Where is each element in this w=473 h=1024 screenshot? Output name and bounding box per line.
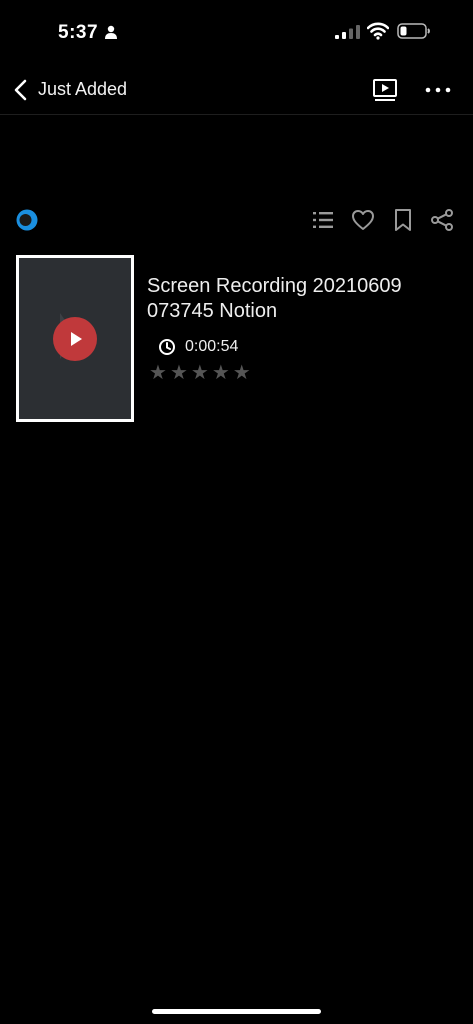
rating-stars[interactable]: ★ ★ ★ ★ ★ (149, 362, 251, 382)
star-icon[interactable]: ★ (191, 362, 209, 382)
video-duration: 0:00:54 (185, 338, 239, 355)
star-icon[interactable]: ★ (170, 362, 188, 382)
nav-bar: Just Added (0, 66, 473, 115)
status-time: 5:37 (58, 22, 99, 43)
app-logo-icon (16, 209, 38, 231)
play-on-screen-icon[interactable] (372, 78, 398, 102)
video-title[interactable]: Screen Recording 20210609 073745 Notion (147, 274, 447, 324)
back-chevron-icon[interactable] (12, 78, 32, 102)
cellular-signal-icon (335, 25, 360, 39)
back-button-label[interactable]: Just Added (38, 79, 127, 100)
heart-icon[interactable] (351, 208, 375, 232)
status-bar: 5:37 (0, 0, 473, 60)
star-icon[interactable]: ★ (149, 362, 167, 382)
play-button[interactable] (53, 317, 97, 361)
person-icon (105, 25, 117, 39)
wifi-icon (367, 22, 389, 40)
more-options-icon[interactable] (424, 80, 452, 100)
play-icon (71, 332, 82, 346)
share-icon[interactable] (430, 208, 454, 232)
battery-icon (397, 23, 430, 39)
star-icon[interactable]: ★ (212, 362, 230, 382)
star-icon[interactable]: ★ (233, 362, 251, 382)
home-indicator[interactable] (152, 1009, 321, 1014)
clock-icon (159, 339, 175, 355)
bookmark-icon[interactable] (391, 208, 415, 232)
list-icon[interactable] (311, 208, 335, 232)
